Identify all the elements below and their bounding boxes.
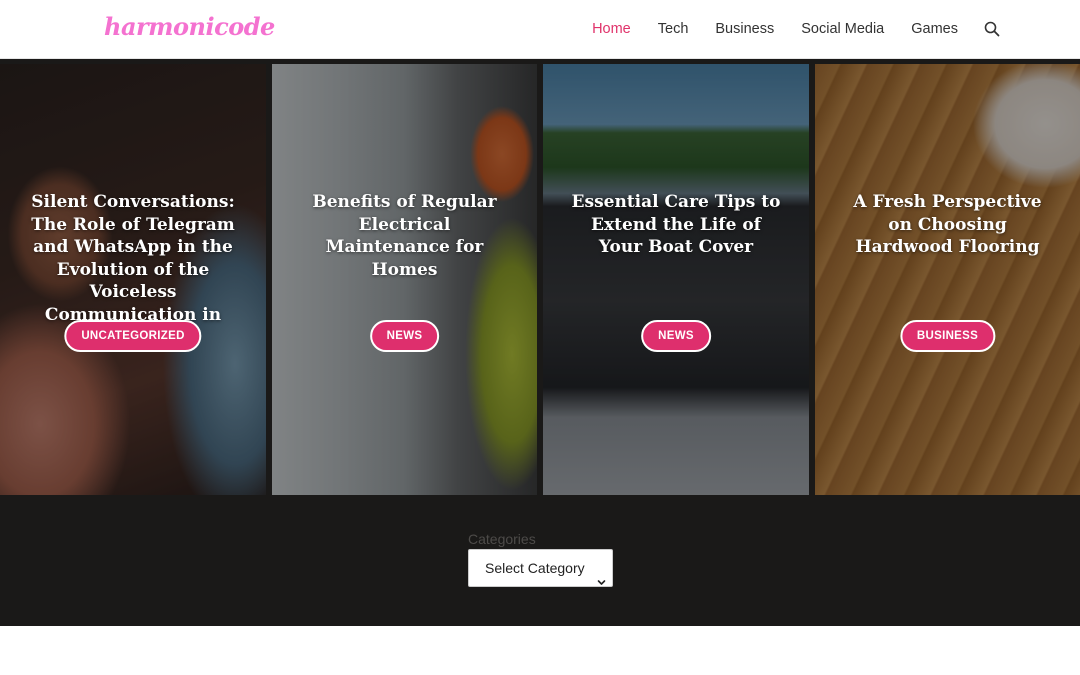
nav-home[interactable]: Home [592, 21, 631, 37]
search-icon[interactable] [984, 21, 1000, 37]
featured-posts: Silent Conversations: The Role of Telegr… [0, 59, 1080, 496]
site-logo[interactable]: harmonicode [104, 12, 275, 41]
nav-games[interactable]: Games [911, 21, 958, 37]
site-header: harmonicode Home Tech Business Social Me… [0, 0, 1080, 59]
category-badge[interactable]: NEWS [369, 320, 440, 352]
post-title[interactable]: Essential Care Tips to Extend the Life o… [543, 191, 809, 259]
chevron-down-icon [597, 564, 606, 585]
post-title[interactable]: A Fresh Perspective on Choosing Hardwood… [815, 191, 1080, 259]
footer-widget-area: Categories Select Category [0, 496, 1080, 626]
category-select-value: Select Category [485, 560, 585, 576]
categories-label: Categories [468, 531, 536, 547]
post-card[interactable]: Benefits of Regular Electrical Maintenan… [272, 64, 537, 495]
post-title[interactable]: Benefits of Regular Electrical Maintenan… [272, 191, 537, 281]
nav-business[interactable]: Business [715, 21, 774, 37]
nav-tech[interactable]: Tech [658, 21, 689, 37]
post-card[interactable]: A Fresh Perspective on Choosing Hardwood… [815, 64, 1080, 495]
category-badge[interactable]: NEWS [641, 320, 711, 352]
category-select[interactable]: Select Category [468, 549, 613, 587]
nav-social-media[interactable]: Social Media [801, 21, 884, 37]
category-badge[interactable]: UNCATEGORIZED [64, 320, 202, 352]
post-card[interactable]: Silent Conversations: The Role of Telegr… [0, 64, 266, 495]
post-card[interactable]: Essential Care Tips to Extend the Life o… [543, 64, 809, 495]
main-nav: Home Tech Business Social Media Games [565, 0, 1000, 58]
category-badge[interactable]: BUSINESS [899, 320, 996, 352]
